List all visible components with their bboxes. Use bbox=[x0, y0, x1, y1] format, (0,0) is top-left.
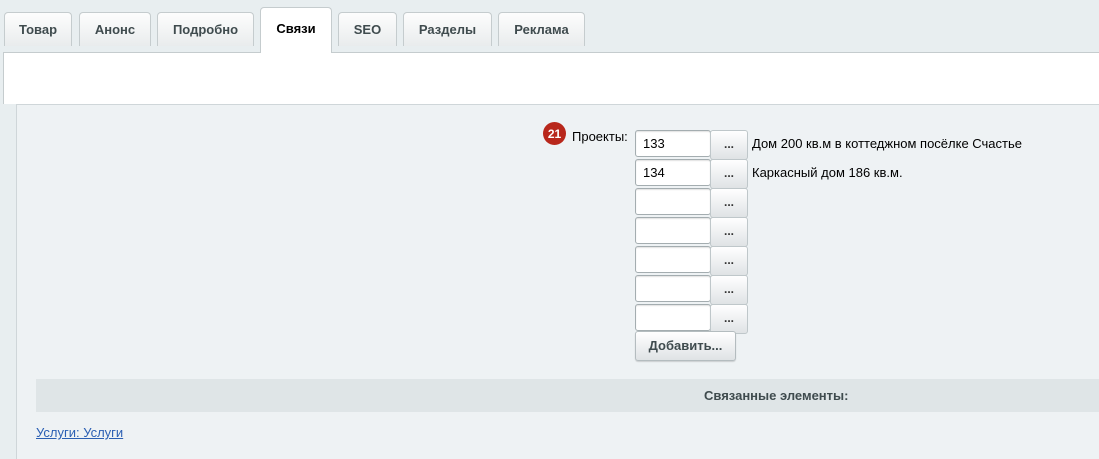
project-id-input[interactable] bbox=[635, 246, 711, 273]
tab-anons[interactable]: Анонс bbox=[79, 12, 151, 46]
browse-button[interactable]: ... bbox=[710, 217, 748, 247]
add-button[interactable]: Добавить... bbox=[635, 331, 736, 361]
linked-services-link[interactable]: Услуги: Услуги bbox=[36, 425, 123, 440]
browse-button[interactable]: ... bbox=[710, 246, 748, 276]
tab-reklama[interactable]: Реклама bbox=[498, 12, 585, 46]
project-id-input[interactable] bbox=[635, 217, 711, 244]
tab-tovar[interactable]: Товар bbox=[4, 12, 72, 46]
project-description: Каркасный дом 186 кв.м. bbox=[752, 165, 903, 180]
linked-elements-title: Связанные элементы: bbox=[704, 388, 849, 403]
project-id-input[interactable] bbox=[635, 159, 711, 186]
browse-button[interactable]: ... bbox=[710, 275, 748, 305]
project-id-input[interactable] bbox=[635, 275, 711, 302]
browse-button[interactable]: ... bbox=[710, 159, 748, 189]
tab-svyazi[interactable]: Связи bbox=[260, 7, 332, 53]
browse-button[interactable]: ... bbox=[710, 188, 748, 218]
browse-button[interactable]: ... bbox=[710, 130, 748, 160]
project-id-input[interactable] bbox=[635, 188, 711, 215]
tab-seo[interactable]: SEO bbox=[338, 12, 397, 46]
projects-label: Проекты: bbox=[572, 129, 628, 144]
tab-razdely[interactable]: Разделы bbox=[403, 12, 492, 46]
project-id-input[interactable] bbox=[635, 304, 711, 331]
tab-bar: Товар Анонс Подробно Связи SEO Разделы Р… bbox=[0, 0, 1099, 53]
tab-header-pane bbox=[3, 52, 1099, 104]
tab-podrobno[interactable]: Подробно bbox=[157, 12, 254, 46]
linked-elements-header: Связанные элементы: bbox=[36, 379, 1099, 412]
project-id-input[interactable] bbox=[635, 130, 711, 157]
field-number-badge: 21 bbox=[543, 122, 566, 145]
browse-button[interactable]: ... bbox=[710, 304, 748, 334]
project-description: Дом 200 кв.м в коттеджном посёлке Счасть… bbox=[752, 136, 1022, 151]
